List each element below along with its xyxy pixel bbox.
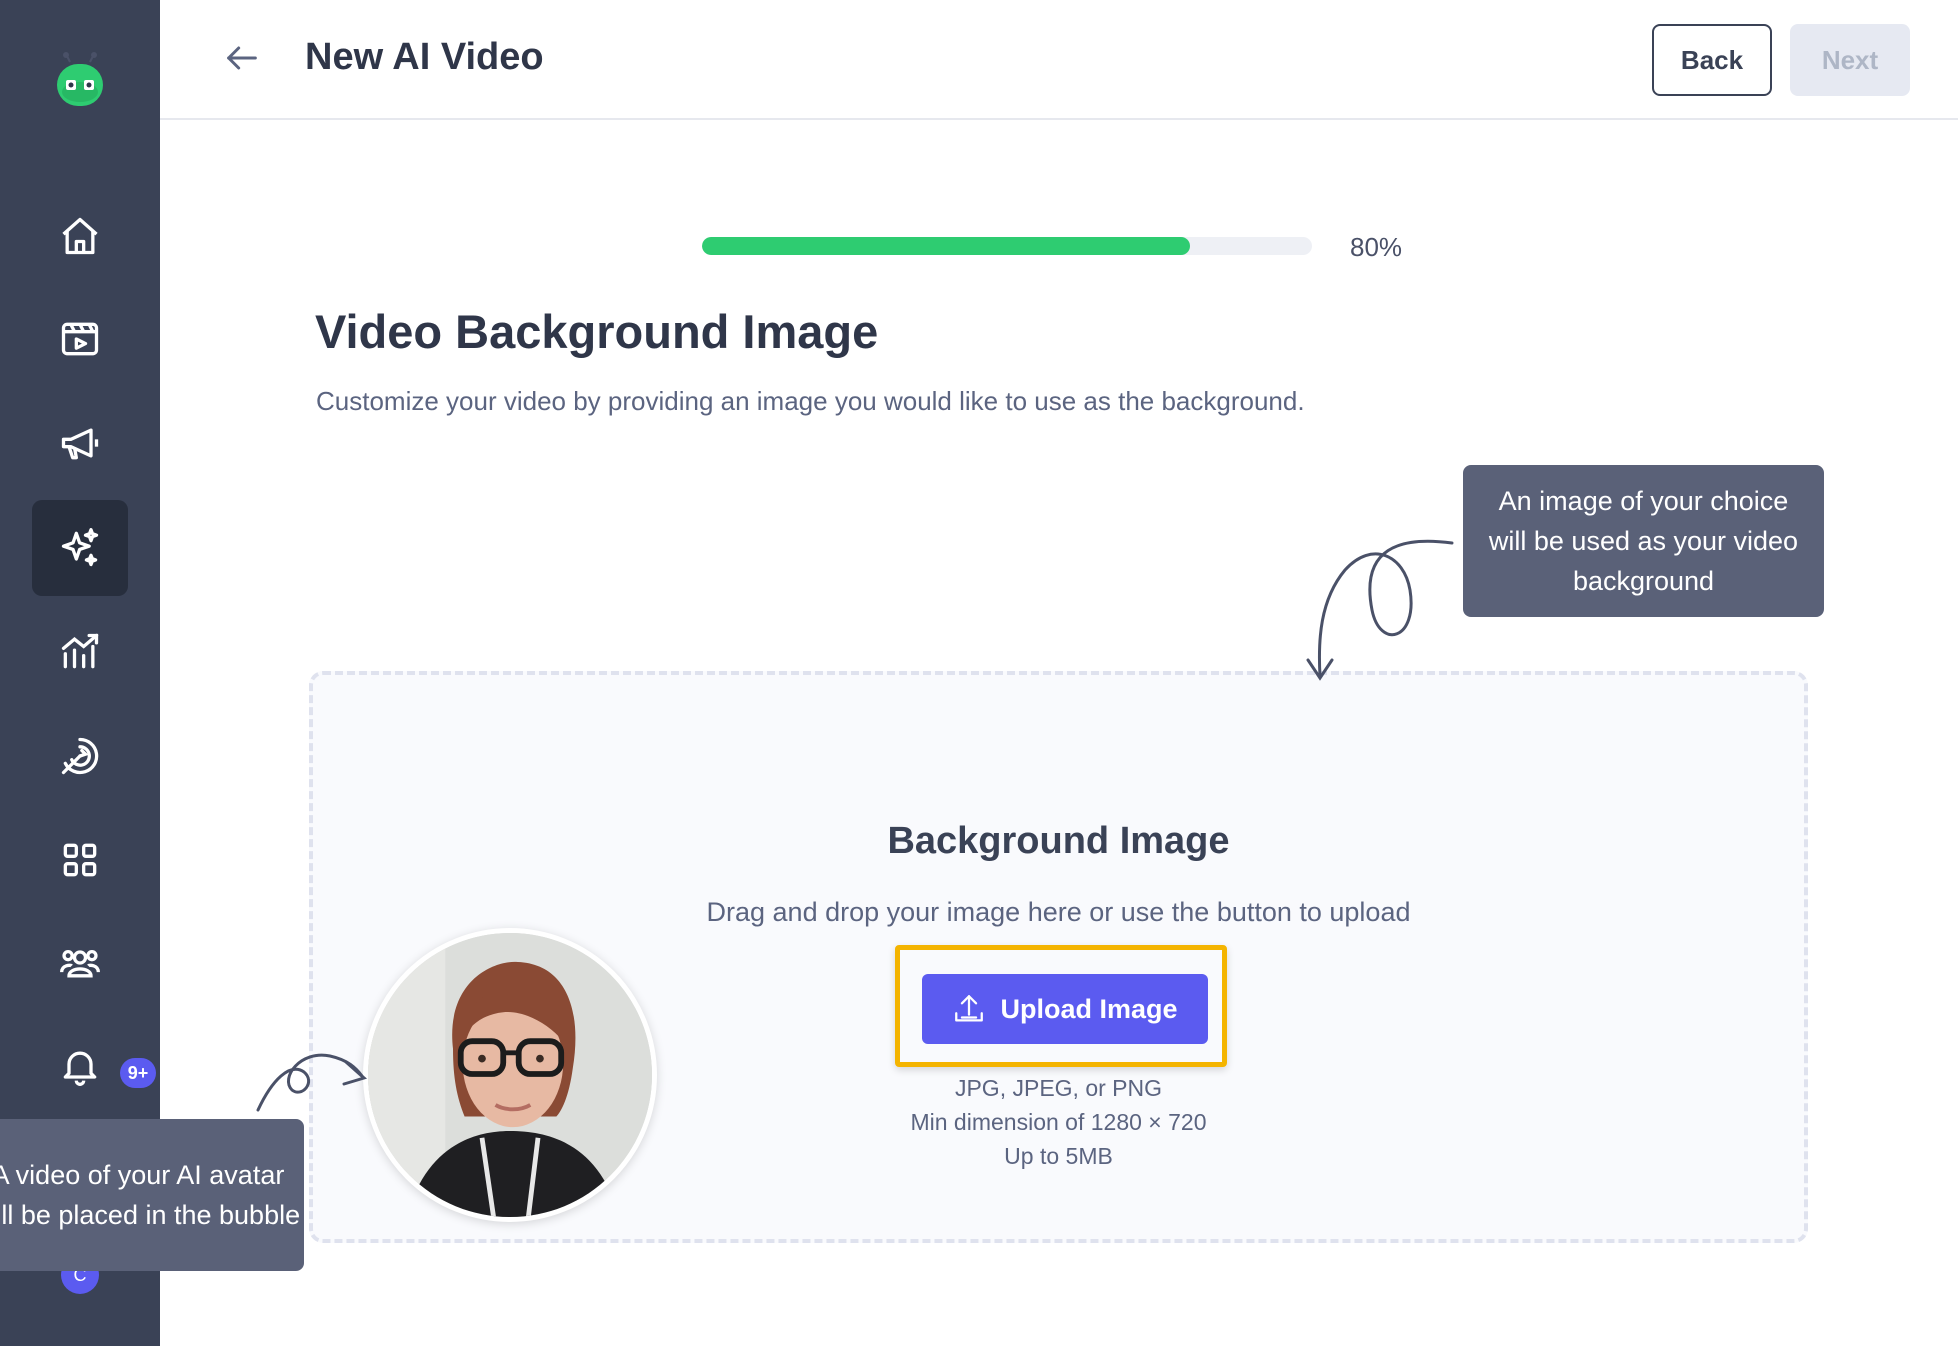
apps-grid-icon xyxy=(63,843,97,877)
avatar-photo xyxy=(368,933,652,1217)
page-title: New AI Video xyxy=(305,36,544,78)
back-button[interactable]: Back xyxy=(1652,24,1772,96)
sparkles-icon xyxy=(61,528,99,567)
back-arrow-icon[interactable] xyxy=(222,38,262,78)
section-description: Customize your video by providing an ima… xyxy=(316,386,1305,416)
team-icon xyxy=(60,949,100,978)
upload-image-label: Upload Image xyxy=(1000,993,1178,1024)
robot-logo-icon[interactable] xyxy=(52,52,108,112)
nav-apps[interactable] xyxy=(32,812,128,908)
avatar-hint-text: A video of your AI avatar will be placed… xyxy=(0,1160,301,1230)
nav-ai-video[interactable] xyxy=(32,500,128,596)
background-hint-text: An image of your choice will be used as … xyxy=(1488,486,1799,596)
dropzone-description: Drag and drop your image here or use the… xyxy=(706,897,1411,927)
progress-fill xyxy=(702,237,1190,255)
app-screen: 9+ C New AI Video Back Next 80% Video Ba… xyxy=(0,0,1958,1346)
background-hint-arrow-icon xyxy=(1306,539,1454,681)
home-icon xyxy=(62,217,98,255)
nav-campaigns[interactable] xyxy=(32,395,128,491)
nav-home[interactable] xyxy=(32,188,128,284)
progress-label: 80% xyxy=(1350,232,1403,262)
megaphone-icon xyxy=(61,428,99,460)
nav-videos[interactable] xyxy=(32,291,128,387)
progress-bar xyxy=(702,237,1312,255)
next-button[interactable]: Next xyxy=(1790,24,1910,96)
video-clapper-icon xyxy=(61,322,99,356)
target-icon xyxy=(61,737,99,775)
background-hint-tooltip: An image of your choice will be used as … xyxy=(1463,465,1824,617)
analytics-icon xyxy=(61,633,99,669)
nav-target[interactable] xyxy=(32,708,128,804)
avatar-bubble xyxy=(363,928,657,1222)
nav-analytics[interactable] xyxy=(32,604,128,700)
upload-icon xyxy=(955,995,984,1022)
avatar-hint-tooltip: A video of your AI avatar will be placed… xyxy=(0,1119,304,1271)
notification-badge: 9+ xyxy=(120,1058,156,1088)
nav-notifications[interactable]: 9+ xyxy=(32,1018,156,1114)
dropzone-title: Background Image xyxy=(887,820,1230,862)
section-title: Video Background Image xyxy=(315,305,879,358)
bell-icon xyxy=(63,1051,97,1086)
nav-team[interactable] xyxy=(32,915,128,1011)
header: New AI Video Back Next xyxy=(160,0,1958,120)
upload-highlight: Upload Image xyxy=(895,945,1227,1067)
upload-image-button[interactable]: Upload Image xyxy=(922,974,1208,1044)
